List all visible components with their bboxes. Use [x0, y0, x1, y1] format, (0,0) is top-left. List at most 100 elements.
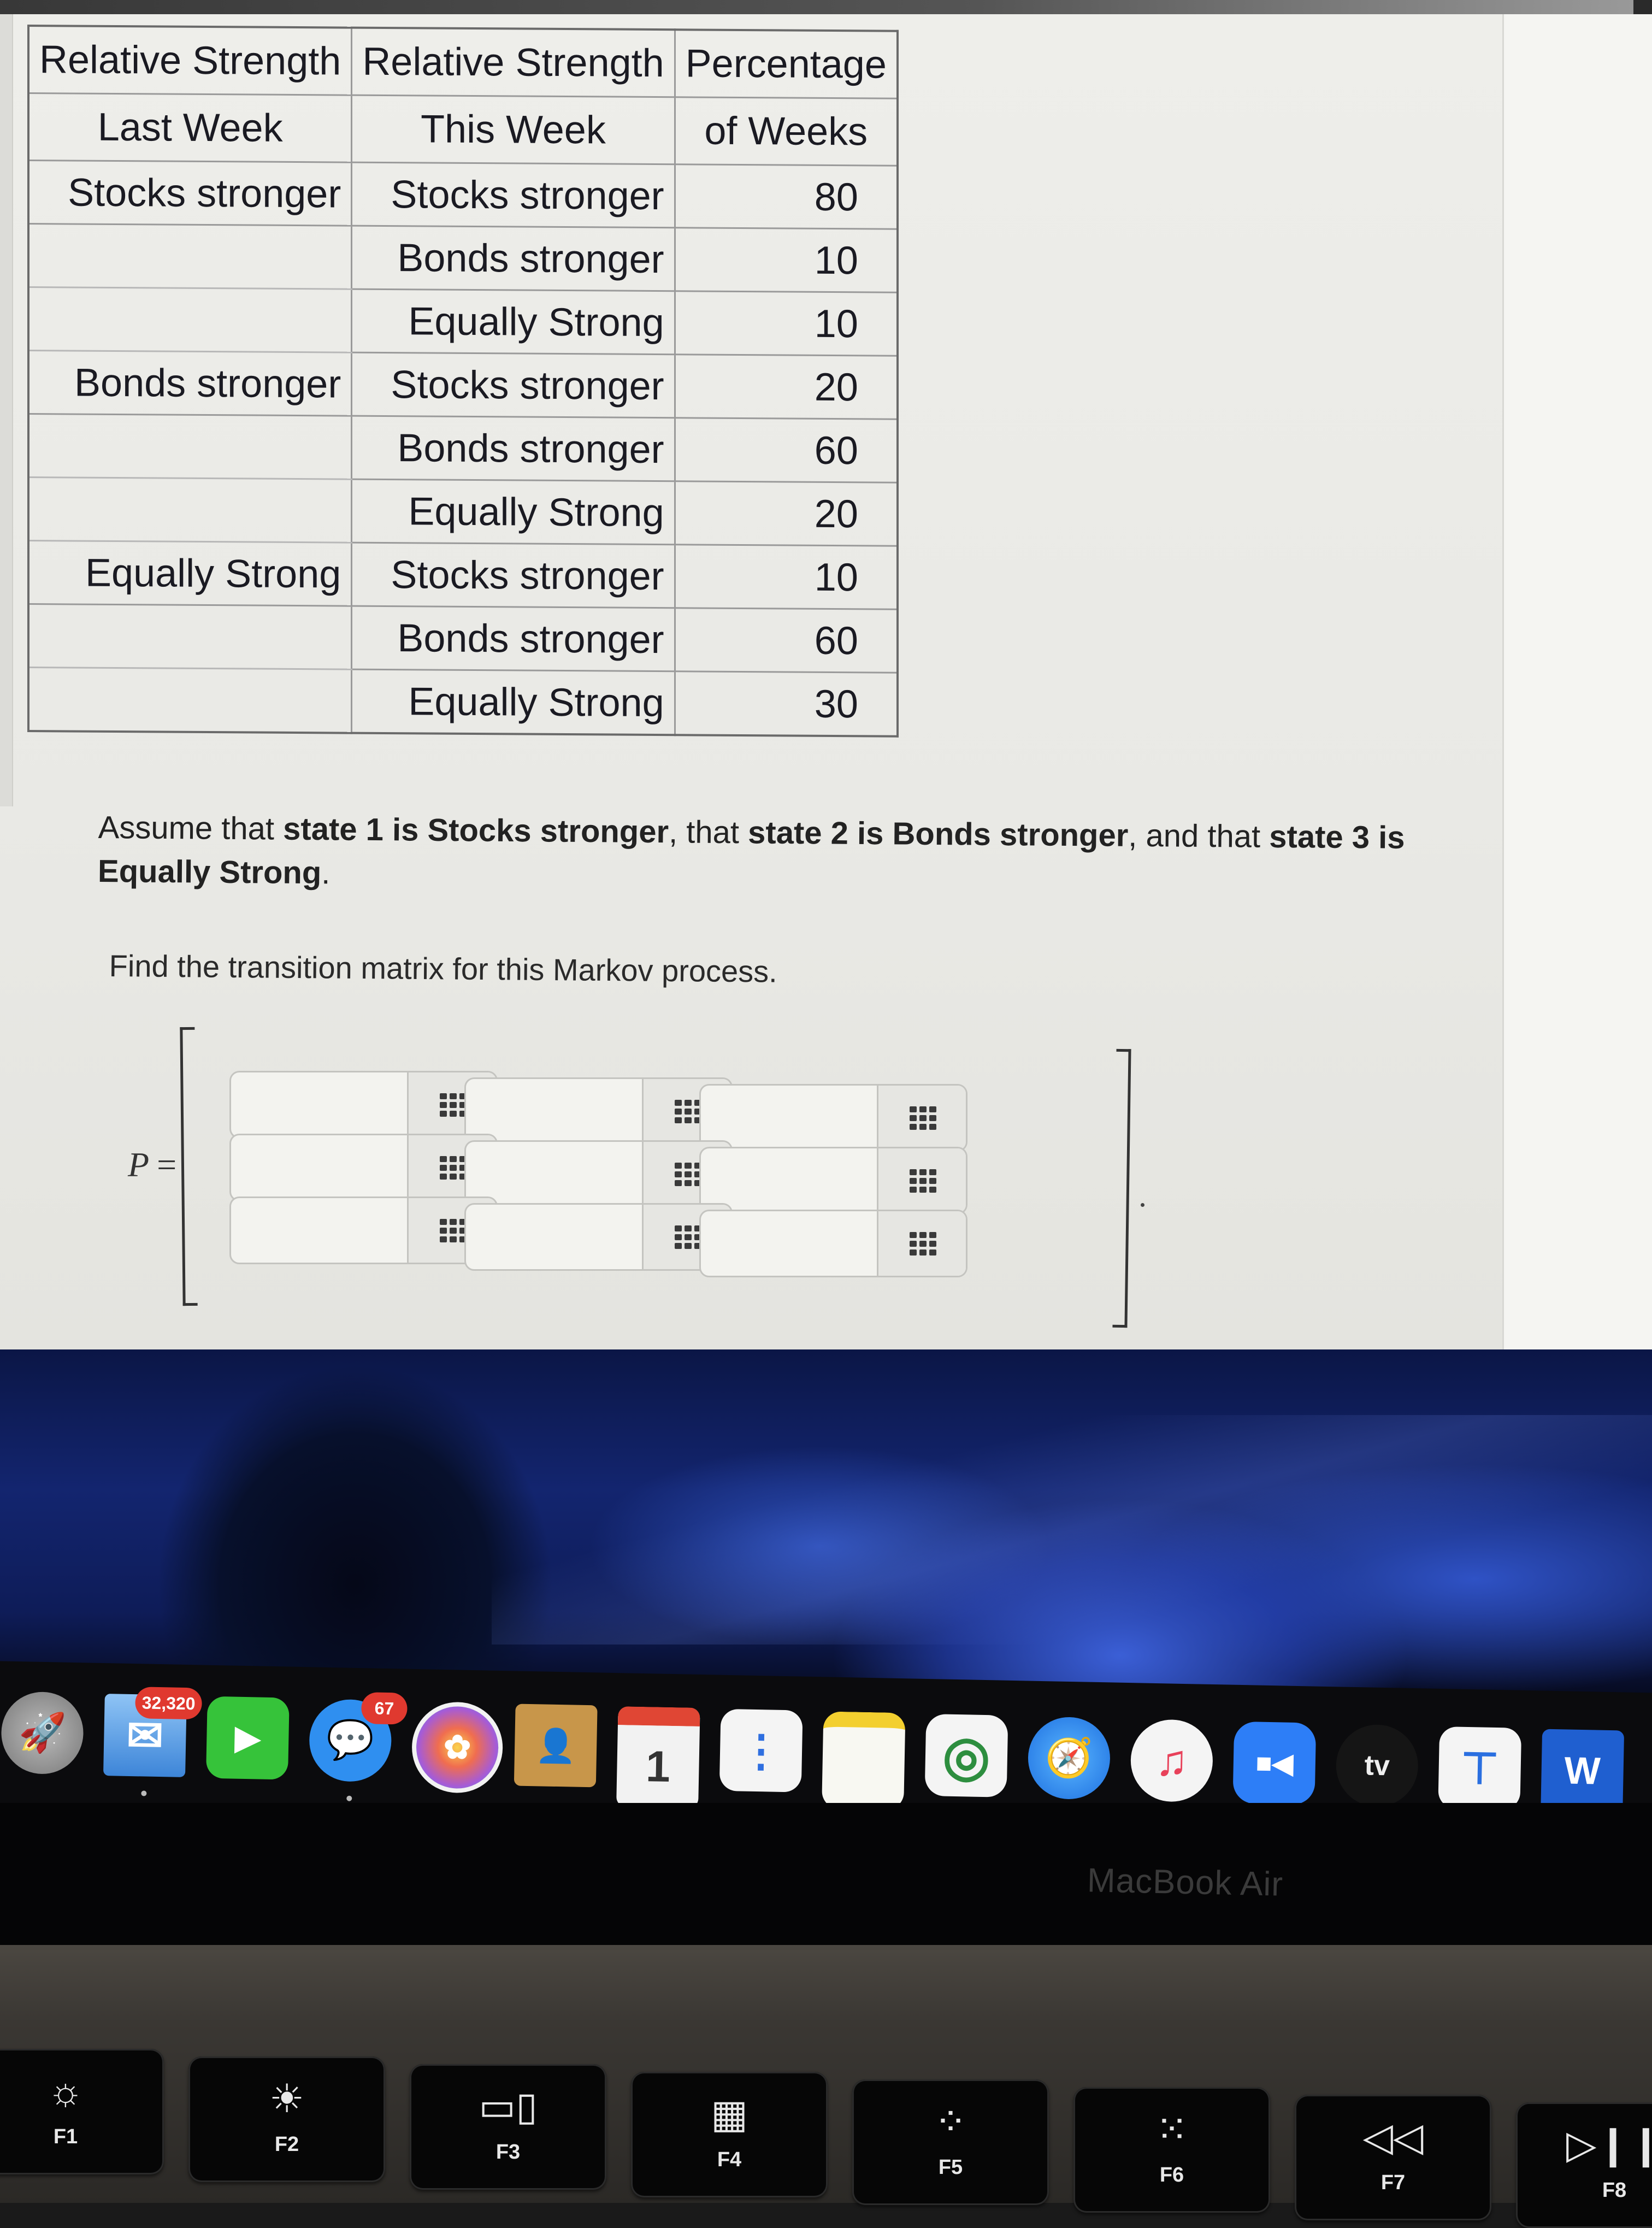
dock-app-google-chrome[interactable]: ◎: [924, 1713, 1008, 1797]
dock-app-calendar[interactable]: 1: [616, 1706, 700, 1808]
matrix-cell-r2-c1: [229, 1134, 498, 1201]
right-bracket: [1112, 1048, 1131, 1328]
dock-app-keynote[interactable]: ⊤: [1438, 1726, 1522, 1810]
matrix-entry-input[interactable]: [701, 1148, 876, 1213]
rocket-icon: 🚀: [18, 1711, 67, 1754]
rewind-icon: ◁◁: [1362, 2115, 1424, 2159]
last-week-cell: [28, 223, 352, 290]
keypad-button[interactable]: [877, 1148, 966, 1213]
matrix-cell-r1-c3: [699, 1084, 967, 1152]
relative-strength-table: Relative Strength Relative Strength Perc…: [27, 25, 899, 738]
play-pause-icon: ▷❙❙: [1566, 2123, 1652, 2167]
brightness-down-icon: ☼: [48, 2070, 84, 2113]
this-week-cell: Stocks stronger: [351, 352, 675, 418]
key-f1[interactable]: ☼ F1: [0, 2049, 164, 2174]
key-f4[interactable]: ▦ F4: [631, 2072, 828, 2197]
matrix-entry-input[interactable]: [231, 1135, 406, 1200]
this-week-cell: Stocks stronger: [351, 162, 675, 228]
keyboard-backlight-down-icon: ⁘: [934, 2100, 967, 2144]
dock-app-facetime[interactable]: ▶: [205, 1696, 290, 1780]
table-row: Bonds stronger 60: [28, 414, 898, 483]
header-cell: of Weeks: [675, 97, 898, 166]
equals-sign: =: [157, 1145, 177, 1184]
matrix-entry-input[interactable]: [466, 1205, 641, 1269]
dock-app-microsoft-word[interactable]: W: [1541, 1729, 1625, 1832]
percentage-cell: 20: [675, 354, 898, 420]
desktop-wallpaper: [0, 1349, 1652, 1699]
dock-app-reminders[interactable]: ⋮: [719, 1708, 803, 1793]
header-cell: This Week: [351, 95, 675, 164]
matrix-entry-input[interactable]: [466, 1142, 641, 1206]
matrix-entry-input[interactable]: [231, 1072, 406, 1137]
brightness-up-icon: ☀: [269, 2077, 305, 2121]
table-row: Equally Strong 10: [28, 287, 898, 356]
calendar-icon: 1: [645, 1742, 671, 1791]
key-f3[interactable]: ▭▯ F3: [410, 2064, 606, 2190]
key-f6[interactable]: ⁙ F6: [1073, 2087, 1270, 2213]
key-label: F8: [1602, 2179, 1627, 2202]
running-indicator: [346, 1795, 352, 1801]
this-week-cell: Bonds stronger: [351, 416, 675, 481]
matrix-label: P =: [128, 1145, 176, 1185]
table-header-row: Relative Strength Relative Strength Perc…: [28, 26, 898, 99]
dock-app-photos[interactable]: ✿: [411, 1701, 504, 1794]
keypad-grid-icon: [675, 1099, 701, 1123]
right-side-panel: [1502, 14, 1652, 1391]
dock-app-zoom[interactable]: ■◀: [1232, 1721, 1317, 1824]
browser-page: Relative Strength Relative Strength Perc…: [0, 0, 1652, 1391]
period-mark: [1141, 1203, 1144, 1207]
dock-app-tv[interactable]: tv: [1335, 1724, 1419, 1808]
keypad-button[interactable]: [877, 1086, 966, 1150]
matrix-cell-r3-c3: [699, 1210, 967, 1277]
key-label: F4: [717, 2148, 742, 2171]
matrix-entry-input[interactable]: [466, 1079, 641, 1144]
key-f5[interactable]: ⁘ F5: [852, 2079, 1049, 2205]
matrix-entry-input[interactable]: [701, 1211, 876, 1276]
keyboard-deck: ☼ F1 ☀ F2 ▭▯ F3 ▦ F4 ⁘ F5 ⁙ F6 ◁◁ F7 ▷❙❙ F8: [0, 1945, 1652, 2228]
keypad-grid-icon: [910, 1169, 936, 1193]
dock-app-music[interactable]: ♫: [1130, 1719, 1214, 1803]
keypad-grid-icon: [910, 1231, 936, 1256]
safari-icon: 🧭: [1045, 1736, 1094, 1779]
last-week-cell: Bonds stronger: [28, 350, 352, 416]
percentage-cell: 60: [675, 417, 898, 483]
last-week-cell: [28, 667, 352, 733]
table-row: Equally Strong 30: [28, 667, 898, 736]
left-scroll-rail: [0, 14, 13, 806]
left-bracket: [180, 1027, 198, 1306]
last-week-cell: Stocks stronger: [28, 160, 352, 226]
keypad-grid-icon: [675, 1225, 701, 1249]
screen-bezel: [0, 1803, 1652, 1967]
prompt-text: Assume that: [98, 809, 284, 847]
key-label: F1: [53, 2125, 78, 2148]
notification-badge: 67: [361, 1692, 408, 1725]
keypad-button[interactable]: [877, 1211, 966, 1276]
dock-app-launchpad[interactable]: 🚀: [1, 1691, 84, 1775]
keypad-grid-icon: [440, 1156, 467, 1180]
key-f8[interactable]: ▷❙❙ F8: [1516, 2102, 1652, 2228]
dock-app-contacts[interactable]: 👤: [514, 1704, 598, 1788]
key-label: F3: [495, 2141, 521, 2164]
dock-app-notes[interactable]: [822, 1711, 906, 1811]
percentage-cell: 80: [675, 164, 898, 229]
last-week-cell: [28, 604, 352, 670]
keyboard-backlight-up-icon: ⁙: [1155, 2108, 1189, 2152]
dock-app-messages[interactable]: 💬 67: [308, 1692, 408, 1801]
matrix-entry-input[interactable]: [231, 1198, 406, 1263]
this-week-cell: Bonds stronger: [351, 606, 675, 671]
dock-app-safari[interactable]: 🧭: [1027, 1716, 1111, 1819]
transition-matrix: P =: [120, 1027, 1158, 1333]
matrix-entry-input[interactable]: [701, 1086, 876, 1150]
key-label: F7: [1380, 2171, 1406, 2194]
state-1-definition: state 1 is Stocks stronger: [282, 811, 669, 850]
matrix-cell-r1-c1: [229, 1071, 498, 1139]
key-label: F6: [1159, 2164, 1184, 2186]
key-f2[interactable]: ☀ F2: [188, 2056, 385, 2182]
percentage-cell: 10: [675, 227, 898, 293]
key-label: F5: [938, 2156, 963, 2179]
table-row: Bonds stronger 60: [28, 604, 898, 673]
dock-app-mail[interactable]: ✉ 32,320: [103, 1687, 203, 1796]
mission-control-icon: ▭▯: [479, 2085, 538, 2129]
key-f7[interactable]: ◁◁ F7: [1295, 2095, 1491, 2220]
keypad-grid-icon: [675, 1162, 701, 1186]
